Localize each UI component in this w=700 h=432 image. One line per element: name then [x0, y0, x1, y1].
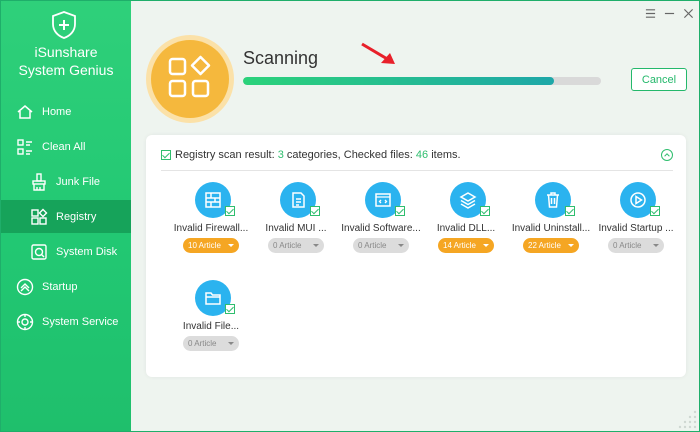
registry-category-item[interactable]: Invalid Uninstall... 22 Article [508, 182, 594, 272]
scan-progress-bar [243, 77, 601, 85]
sidebar-item-label: Registry [56, 210, 97, 223]
cancel-button[interactable]: Cancel [631, 68, 687, 91]
category-label: Invalid Startup ... [598, 223, 674, 234]
article-count: 0 Article [188, 339, 217, 348]
category-checkbox[interactable] [395, 206, 405, 216]
result-summary: Registry scan result: 3 categories, Chec… [175, 149, 461, 161]
registry-category-item[interactable]: Invalid Startup ... 0 Article [593, 182, 679, 272]
article-count-dropdown[interactable]: 0 Article [268, 238, 324, 253]
article-count-dropdown[interactable]: 14 Article [438, 238, 494, 253]
category-label: Invalid MUI ... [265, 223, 327, 234]
registry-category-item[interactable]: Invalid File... 0 Article [168, 280, 254, 370]
category-checkbox[interactable] [310, 206, 320, 216]
dropdown-arrow-icon [228, 244, 234, 247]
category-checkbox[interactable] [565, 206, 575, 216]
article-count: 14 Article [443, 241, 476, 250]
scan-title: Scanning [243, 48, 319, 68]
article-count-dropdown[interactable]: 10 Article [183, 238, 239, 253]
registry-category-item[interactable]: Invalid MUI ... 0 Article [253, 182, 339, 272]
registry-category-item[interactable]: Invalid Software... 0 Article [338, 182, 424, 272]
sidebar-item-clean-all[interactable]: Clean All [1, 130, 131, 163]
dropdown-arrow-icon [313, 244, 319, 247]
shield-plus-logo-icon [49, 10, 79, 40]
category-checkbox[interactable] [225, 206, 235, 216]
article-count: 0 Article [273, 241, 302, 250]
scan-results-panel: Registry scan result: 3 categories, Chec… [146, 135, 686, 377]
article-count: 0 Article [613, 241, 642, 250]
sidebar: iSunshare System Genius Home Clean All J… [1, 1, 131, 431]
sidebar-item-label: Startup [42, 280, 78, 293]
app-window: iSunshare System Genius Home Clean All J… [0, 0, 700, 432]
category-label: Invalid File... [182, 321, 240, 332]
dropdown-arrow-icon [398, 244, 404, 247]
collapse-chevron-icon[interactable] [661, 149, 673, 161]
registry-icon [30, 208, 48, 226]
sidebar-item-startup[interactable]: Startup [1, 270, 131, 303]
sidebar-item-label: System Service [42, 315, 119, 328]
article-count-dropdown[interactable]: 22 Article [523, 238, 579, 253]
brush-icon [30, 172, 48, 191]
article-count: 0 Article [358, 241, 387, 250]
category-checkbox[interactable] [225, 304, 235, 314]
sidebar-item-junk-file[interactable]: Junk File [1, 165, 131, 198]
main-content: Scanning Cancel Registry scan result: 3 … [131, 1, 699, 431]
article-count-dropdown[interactable]: 0 Article [353, 238, 409, 253]
dropdown-arrow-icon [483, 244, 489, 247]
category-label: Invalid Uninstall... [511, 223, 591, 234]
registry-category-item[interactable]: Invalid Firewall... 10 Article [168, 182, 254, 272]
disk-icon [30, 243, 48, 261]
sidebar-item-label: Clean All [42, 140, 86, 153]
article-count: 10 Article [188, 241, 221, 250]
category-checkbox[interactable] [650, 206, 660, 216]
sidebar-item-system-service[interactable]: System Service [1, 305, 131, 338]
category-checkbox[interactable] [480, 206, 490, 216]
service-icon [16, 313, 34, 331]
sidebar-item-registry[interactable]: Registry [1, 200, 131, 233]
startup-icon [16, 278, 34, 296]
home-icon [16, 103, 34, 121]
app-name-line1: iSunshare [34, 44, 98, 60]
close-icon[interactable] [681, 6, 695, 20]
category-label: Invalid Firewall... [173, 223, 249, 234]
file-count: 46 [415, 149, 429, 161]
sidebar-item-label: System Disk [56, 245, 118, 258]
resize-grip-icon[interactable] [669, 401, 699, 431]
pointer-arrow-icon [361, 42, 395, 64]
article-count-dropdown[interactable]: 0 Article [608, 238, 664, 253]
registry-scan-icon [168, 55, 211, 98]
sidebar-item-system-disk[interactable]: System Disk [1, 235, 131, 268]
select-all-checkbox[interactable] [161, 150, 171, 160]
scan-status-circle [151, 40, 229, 118]
minimize-icon[interactable] [662, 6, 676, 20]
sidebar-item-label: Home [42, 105, 72, 118]
article-count-dropdown[interactable]: 0 Article [183, 336, 239, 351]
clean-all-icon [16, 138, 34, 156]
scan-result-header: Registry scan result: 3 categories, Chec… [161, 149, 673, 171]
dropdown-arrow-icon [568, 244, 574, 247]
article-count: 22 Article [528, 241, 561, 250]
registry-category-item[interactable]: Invalid DLL... 14 Article [423, 182, 509, 272]
menu-icon[interactable] [643, 6, 657, 20]
sidebar-item-home[interactable]: Home [1, 95, 131, 128]
scan-progress-fill [243, 77, 555, 85]
app-name-line2: System Genius [18, 62, 114, 78]
dropdown-arrow-icon [228, 342, 234, 345]
category-label: Invalid DLL... [436, 223, 496, 234]
category-label: Invalid Software... [341, 223, 421, 234]
dropdown-arrow-icon [653, 244, 659, 247]
sidebar-item-label: Junk File [56, 175, 101, 188]
